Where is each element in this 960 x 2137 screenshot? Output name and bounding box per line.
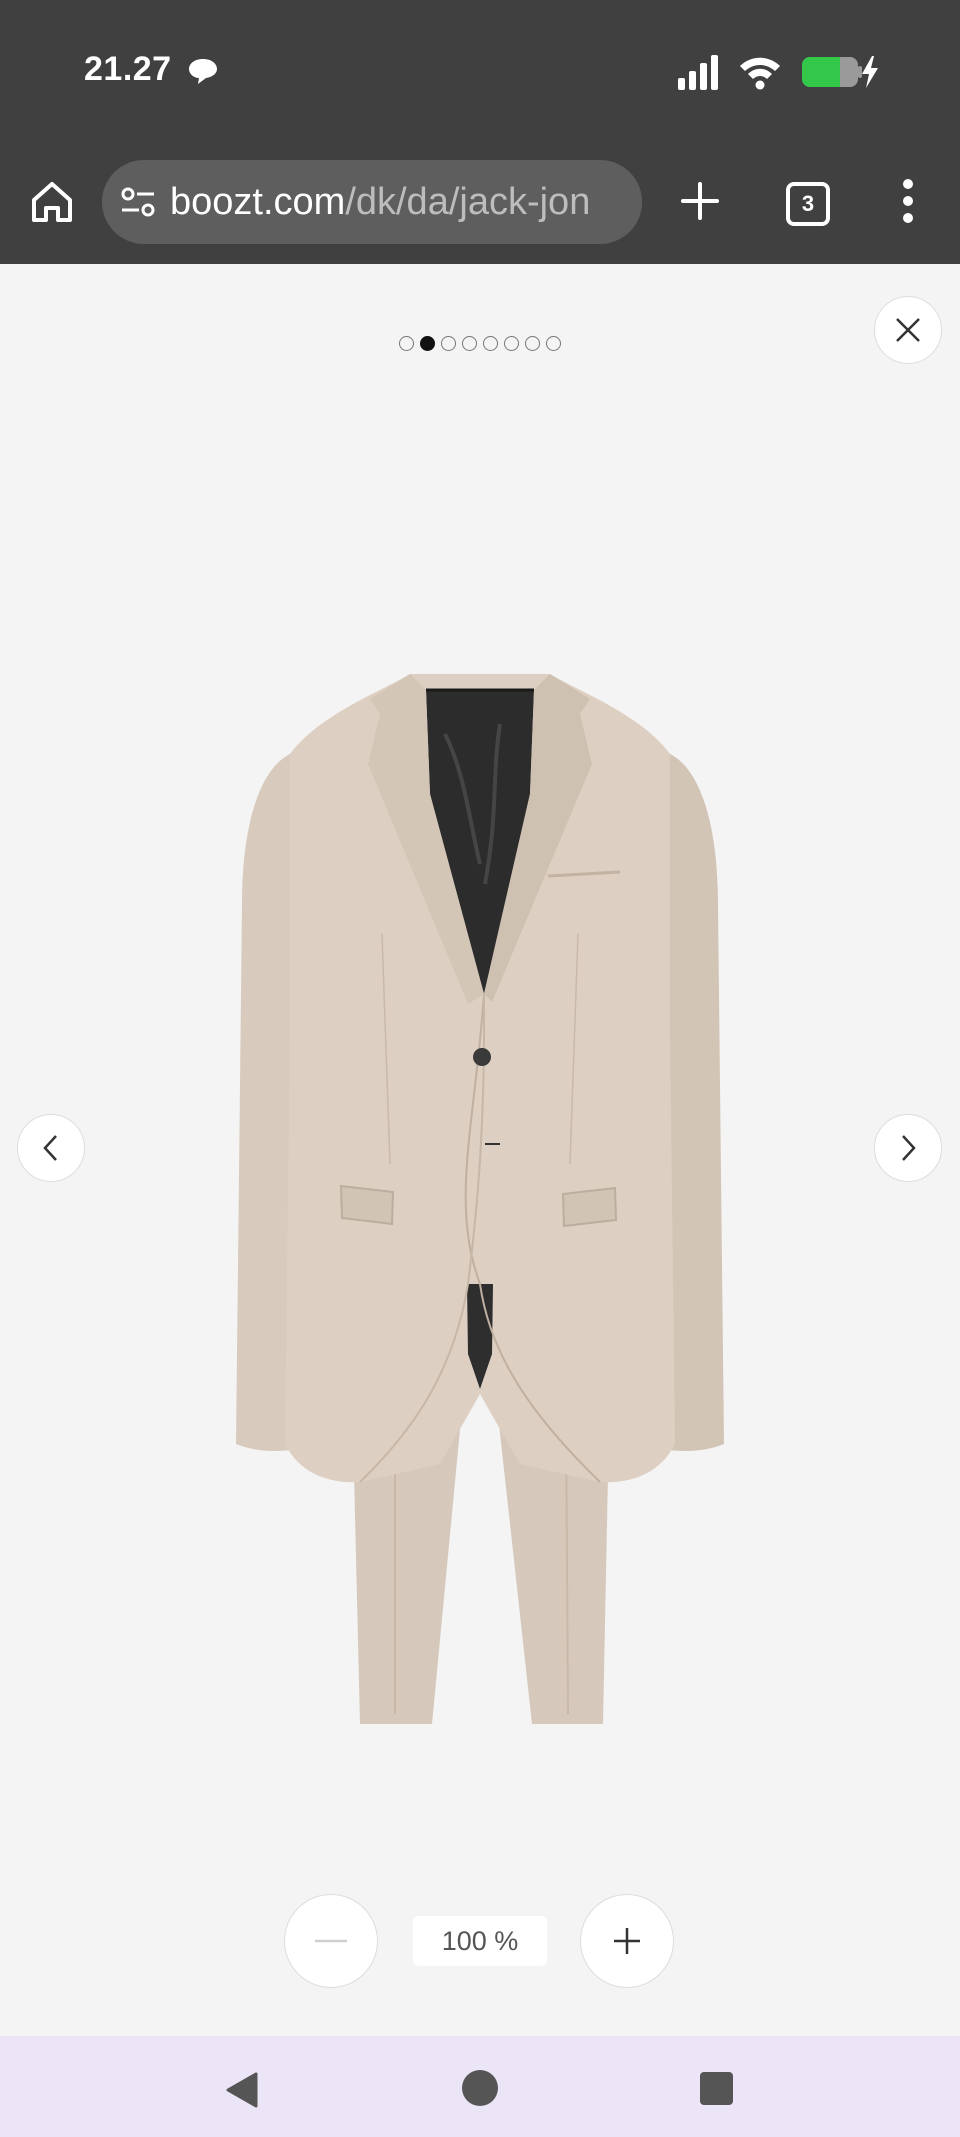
pagination-dot[interactable] [546,336,561,351]
next-image-button[interactable] [874,1114,942,1182]
chevron-right-icon [902,1135,916,1161]
url-text[interactable]: boozt.com/dk/da/jack-jon [170,181,590,224]
zoom-level: 100 % [413,1916,547,1966]
url-path: /dk/da/jack-jon [345,180,591,223]
status-time: 21.27 [84,50,172,88]
zoom-out-button[interactable] [284,1894,378,1988]
system-navigation-bar [0,2036,960,2137]
new-tab-plus-icon[interactable] [675,176,725,226]
url-host: boozt.com [170,180,346,223]
pagination-dot[interactable] [483,336,498,351]
pagination-dot[interactable] [525,336,540,351]
status-bar: 21.27 [0,0,960,140]
previous-image-button[interactable] [17,1114,85,1182]
pagination-dot[interactable] [504,336,519,351]
home-circle-icon[interactable] [462,2070,498,2106]
pagination-dot[interactable] [462,336,477,351]
tab-switcher-button[interactable]: 3 [786,182,830,226]
wifi-icon [740,57,780,90]
gallery-pagination [0,336,960,351]
minus-icon [315,1939,347,1943]
recents-square-icon[interactable] [700,2072,733,2105]
url-bar[interactable]: boozt.com/dk/da/jack-jon [102,160,642,244]
plus-icon [614,1928,640,1954]
signal-icon [678,55,718,90]
back-triangle-icon[interactable] [222,2070,262,2110]
close-icon [896,318,920,342]
zoom-in-button[interactable] [580,1894,674,1988]
image-viewer: 100 % [0,264,960,2036]
more-vert-icon[interactable] [896,176,920,226]
status-icons [676,50,880,94]
site-settings-icon[interactable] [120,184,156,220]
home-icon[interactable] [28,178,76,226]
battery-charging-icon [802,56,878,88]
pagination-dot[interactable] [441,336,456,351]
chevron-left-icon [43,1135,57,1161]
pagination-dot[interactable] [420,336,435,351]
close-button[interactable] [874,296,942,364]
pagination-dot[interactable] [399,336,414,351]
product-image-suit[interactable] [230,564,730,1754]
chat-bubble-icon [189,59,217,84]
browser-toolbar: boozt.com/dk/da/jack-jon 3 [0,140,960,264]
